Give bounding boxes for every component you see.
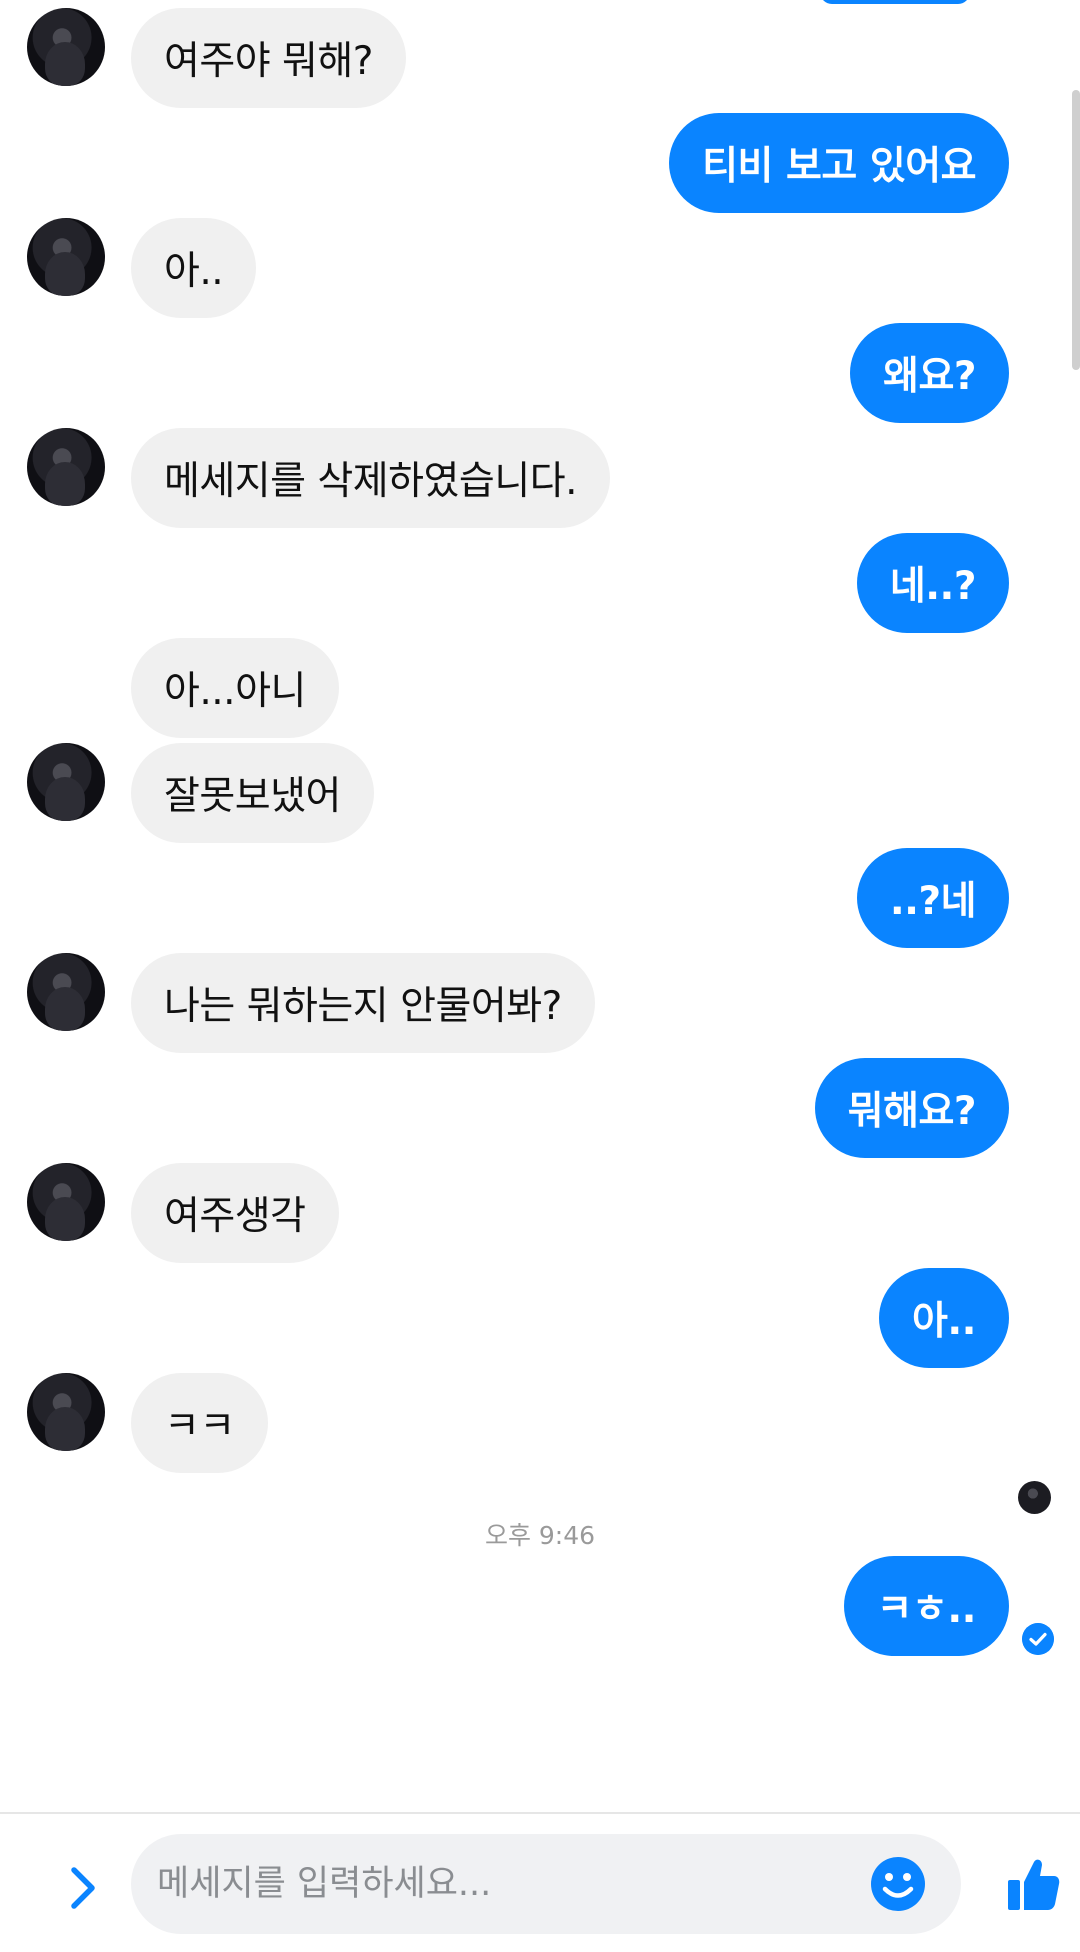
contact-avatar[interactable] — [27, 743, 105, 821]
contact-avatar[interactable] — [27, 953, 105, 1031]
thumbs-up-icon[interactable] — [1006, 1856, 1060, 1912]
outgoing-message[interactable]: 티비 보고 있어요 — [669, 113, 1009, 213]
incoming-message[interactable]: 잘못보냈어 — [131, 743, 374, 843]
outgoing-message[interactable]: ..?네 — [856, 848, 1009, 948]
incoming-message[interactable]: ㅋㅋ — [131, 1373, 268, 1473]
message-list[interactable]: 여주야 뭐해? 티비 보고 있어요 아.. 왜요? 메세지를 삭제하였습니다. … — [0, 0, 1080, 1810]
contact-avatar[interactable] — [27, 1163, 105, 1241]
previous-message-bubble-edge — [820, 0, 970, 4]
contact-avatar[interactable] — [27, 8, 105, 86]
chevron-right-icon[interactable] — [58, 1862, 106, 1914]
seen-by-avatar — [1018, 1481, 1051, 1514]
outgoing-message[interactable]: 아.. — [878, 1268, 1009, 1368]
incoming-message[interactable]: 나는 뭐하는지 안물어봐? — [131, 953, 595, 1053]
contact-avatar[interactable] — [27, 1373, 105, 1451]
outgoing-message[interactable]: 뭐해요? — [814, 1058, 1009, 1158]
message-timestamp: 오후 9:46 — [484, 1521, 596, 1550]
outgoing-message[interactable]: 왜요? — [850, 323, 1009, 423]
incoming-message[interactable]: 메세지를 삭제하였습니다. — [131, 428, 610, 528]
outgoing-message[interactable]: 네..? — [856, 533, 1009, 633]
message-composer — [0, 1812, 1080, 1952]
outgoing-message[interactable]: ㅋㅎ.. — [843, 1556, 1009, 1656]
message-input-container[interactable] — [131, 1834, 961, 1934]
smiley-icon[interactable] — [868, 1854, 928, 1914]
incoming-message[interactable]: 아...아니 — [131, 638, 339, 738]
contact-avatar[interactable] — [27, 218, 105, 296]
scrollbar[interactable] — [1072, 90, 1080, 370]
incoming-message[interactable]: 여주야 뭐해? — [131, 8, 406, 108]
contact-avatar[interactable] — [27, 428, 105, 506]
message-input[interactable] — [157, 1834, 857, 1934]
check-circle-icon — [1022, 1623, 1054, 1655]
incoming-message[interactable]: 아.. — [131, 218, 257, 318]
incoming-message[interactable]: 여주생각 — [131, 1163, 339, 1263]
